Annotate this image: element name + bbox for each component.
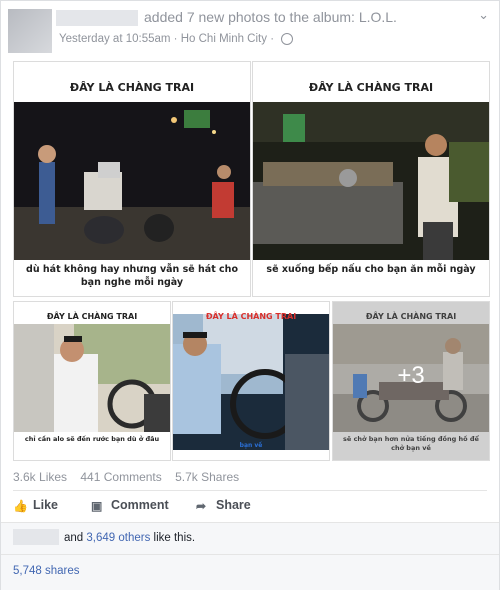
comment-icon: ▣ (91, 499, 103, 513)
post-card: added 7 new photos to the album: L.O.L. … (0, 0, 500, 590)
share-label: Share (216, 498, 251, 512)
likes-suffix: like this. (150, 532, 196, 544)
post-meta: Yesterday at 10:55am · Ho Chi Minh City … (59, 33, 294, 45)
comment-label: Comment (111, 498, 169, 512)
meta-separator-2: · (270, 33, 275, 45)
post-stats: 3.6k Likes 441 Comments 5.7k Shares (13, 470, 249, 484)
liker-name-redacted[interactable] (13, 529, 59, 545)
comment-button[interactable]: ▣ Comment (91, 498, 169, 513)
share-button[interactable]: ➦ Share (196, 498, 251, 513)
more-photos-count[interactable]: +3 (333, 362, 489, 390)
photo-bottom-caption: bạn về (239, 442, 263, 449)
shares-total[interactable]: 5,748 shares (13, 565, 80, 577)
comments-count[interactable]: 441 Comments (80, 470, 161, 484)
album-photo-5[interactable]: ĐÂY LÀ CHÀNG TRAI sẽ chở bạn hơn nửa tiế… (332, 301, 490, 461)
photo-bottom-caption: dù hát không hay nhưng vẫn sẽ hát cho bạ… (26, 264, 238, 288)
photo-top-caption: ĐÂY LÀ CHÀNG TRAI (308, 81, 434, 94)
photo-top-caption: ĐÂY LÀ CHÀNG TRAI (205, 312, 297, 321)
album-photo-2[interactable]: ĐÂY LÀ CHÀNG TRAI sẽ xuống bếp nấu cho b… (252, 61, 490, 297)
likes-count[interactable]: 3.6k Likes (13, 470, 67, 484)
like-label: Like (33, 498, 59, 512)
post-action-text: added 7 new photos to the album: L.O.L. (144, 9, 397, 25)
photo-top-caption: ĐÂY LÀ CHÀNG TRAI (46, 312, 138, 321)
album-photo-3[interactable]: ĐÂY LÀ CHÀNG TRAI chỉ cần alo sẽ đến rướ… (13, 301, 171, 461)
author-name-redacted[interactable] (56, 10, 138, 26)
others-link[interactable]: 3,649 others (86, 532, 150, 544)
likes-summary: and 3,649 others like this. (64, 532, 195, 544)
globe-icon[interactable] (281, 33, 294, 45)
photo-bottom-caption: sẽ xuống bếp nấu cho bạn ăn mỗi ngày (266, 264, 476, 275)
share-arrow-icon: ➦ (196, 499, 207, 513)
shares-count[interactable]: 5.7k Shares (175, 470, 239, 484)
photo-bus-driver-scene (173, 314, 329, 450)
album-photo-1[interactable]: ĐÂY LÀ CHÀNG TRAI dù hát không hay nhưng… (13, 61, 251, 297)
reactions-divider (1, 554, 499, 555)
stats-divider (13, 490, 487, 491)
photo-cook-scene (253, 102, 489, 260)
photo-singer-scene (14, 102, 250, 260)
post-location[interactable]: Ho Chi Minh City (181, 33, 267, 45)
author-avatar[interactable] (8, 9, 52, 53)
photo-bottom-caption: chỉ cần alo sẽ đến rước bạn dù ở đâu (24, 435, 160, 443)
like-button[interactable]: 👍 Like (13, 498, 59, 513)
likes-prefix: and (64, 532, 87, 544)
post-time[interactable]: Yesterday at 10:55am (59, 33, 170, 45)
photo-top-caption: ĐÂY LÀ CHÀNG TRAI (69, 81, 195, 94)
photo-driver-scene (14, 324, 170, 432)
album-photo-4[interactable]: ĐÂY LÀ CHÀNG TRAI bạn về (172, 301, 330, 461)
thumbs-up-icon: 👍 (13, 499, 28, 513)
chevron-down-icon[interactable]: ⌄ (478, 7, 489, 23)
meta-separator: · (173, 33, 178, 45)
